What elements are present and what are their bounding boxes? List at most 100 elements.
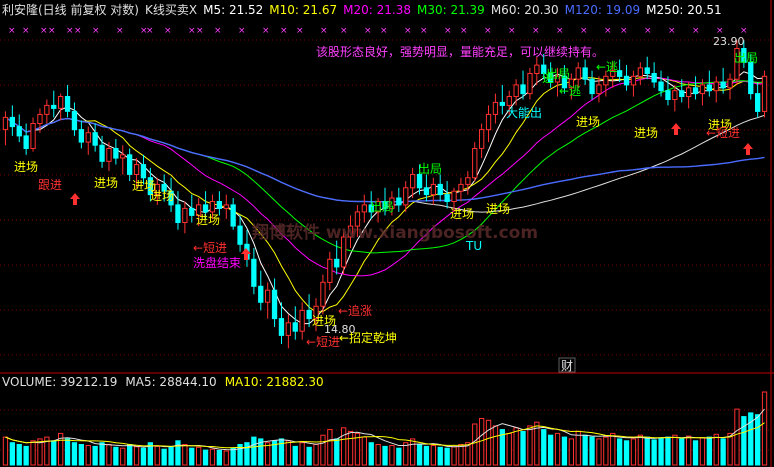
candle-body — [182, 207, 188, 223]
signal-label: 进场 — [14, 160, 38, 174]
candle-body — [113, 148, 119, 159]
volume-bar — [2, 436, 9, 466]
volume-bar — [92, 445, 98, 466]
volume-bar — [106, 444, 112, 466]
candle-body — [589, 78, 595, 95]
volume-bar — [161, 448, 167, 466]
candle-body — [58, 96, 64, 109]
volume-bar — [23, 445, 29, 466]
candle-body — [651, 73, 657, 83]
candle-body — [278, 318, 285, 336]
price-high-label: 23.90 — [713, 35, 745, 48]
candle-body — [520, 84, 526, 95]
candle-body — [99, 144, 105, 162]
candle-body — [527, 73, 533, 95]
volume-bar — [492, 425, 499, 466]
signal-x-mark: × — [196, 26, 204, 36]
volume-bar — [610, 432, 616, 466]
candle-body — [299, 309, 305, 332]
signal-x-mark: × — [116, 26, 124, 36]
candle-body — [665, 90, 671, 100]
candle-body — [189, 207, 195, 216]
volume-bar — [230, 447, 236, 466]
volume-bar — [299, 442, 305, 466]
volume-header: VOLUME: 39212.19 MA5: 28844.10 MA10: 21882… — [2, 375, 324, 389]
volume-bar — [51, 440, 57, 466]
candle-body — [637, 67, 644, 77]
analysis-comment: 该股形态良好，强势明显，量能充足，可以继续持有。 — [316, 44, 604, 59]
volume-bar — [568, 438, 575, 466]
signal-x-mark: × — [404, 26, 412, 36]
candle-body — [327, 258, 333, 283]
volume-bar — [168, 445, 174, 466]
volume-bar — [444, 447, 450, 466]
candle-body — [30, 123, 36, 149]
signal-x-mark: × — [74, 26, 82, 36]
candle-body — [265, 289, 271, 303]
signal-x-mark: × — [280, 26, 288, 36]
stock-chart: 利安隆(日线 前复权 对数) K线买卖X M5: 21.52 M10: 21.67 M2… — [0, 0, 774, 467]
candle-body — [761, 75, 768, 112]
candle-body — [430, 183, 437, 196]
signal-label: 跟进 — [38, 178, 62, 192]
candle-body — [630, 75, 637, 86]
volume-bar — [202, 449, 209, 466]
candle-body — [479, 129, 485, 149]
candle-body — [306, 309, 312, 320]
volume-bar — [389, 445, 395, 466]
candle-body — [596, 84, 602, 95]
signal-x-mark: × — [8, 26, 16, 36]
signal-x-mark: × — [580, 26, 588, 36]
volume-bar — [292, 445, 298, 466]
signal-label: 进场 — [150, 189, 174, 203]
signal-x-mark: × — [692, 26, 700, 36]
candle-body — [403, 187, 409, 206]
finance-badge-text[interactable]: 财 — [561, 359, 573, 373]
candle-body — [85, 132, 91, 143]
signal-x-mark: × — [444, 26, 452, 36]
signal-x-mark: × — [508, 26, 516, 36]
candle-body — [748, 61, 754, 95]
signal-x-mark: × — [214, 26, 222, 36]
volume-bar — [403, 442, 409, 466]
header-item: 利安隆(日线 前复权 对数) — [2, 2, 139, 17]
signal-x-mark: × — [460, 26, 468, 36]
candle-body — [292, 322, 298, 332]
volume-bar — [396, 447, 402, 466]
volume-bar — [603, 436, 609, 466]
header-item: M60: 20.30 — [491, 3, 559, 17]
volume-bar — [189, 447, 195, 466]
volume-bar — [368, 442, 374, 466]
signal-x-mark: × — [620, 26, 628, 36]
candle-body — [699, 84, 706, 95]
signal-label: ←短进 — [193, 241, 227, 255]
volume-bar — [472, 423, 478, 466]
signal-label: 进场 — [486, 202, 510, 216]
volume-bar — [623, 440, 630, 466]
candle-body — [271, 289, 278, 320]
candle-body — [209, 201, 216, 213]
candle-body — [202, 204, 209, 213]
candle-body — [9, 116, 15, 128]
volume-bar — [548, 434, 554, 466]
header-item: M120: 19.09 — [565, 3, 640, 17]
candle-body — [499, 101, 506, 106]
volume-bar — [382, 445, 388, 466]
signal-label: 进场 — [196, 213, 220, 227]
candle-body — [140, 164, 147, 179]
candle-body — [465, 177, 471, 185]
volume-bar — [637, 434, 644, 466]
candle-body — [713, 81, 719, 92]
candle-body — [644, 67, 650, 75]
signal-x-mark: × — [48, 26, 56, 36]
candle-body — [334, 258, 340, 268]
signal-label: TU — [465, 239, 482, 253]
signal-x-mark: × — [146, 26, 154, 36]
candle-body — [51, 104, 57, 109]
signal-x-mark: × — [420, 26, 428, 36]
volume-bar — [327, 429, 333, 466]
signal-x-mark: × — [238, 26, 246, 36]
volume-bar — [133, 446, 140, 466]
volume-bar — [651, 439, 657, 466]
candle-body — [437, 183, 443, 196]
